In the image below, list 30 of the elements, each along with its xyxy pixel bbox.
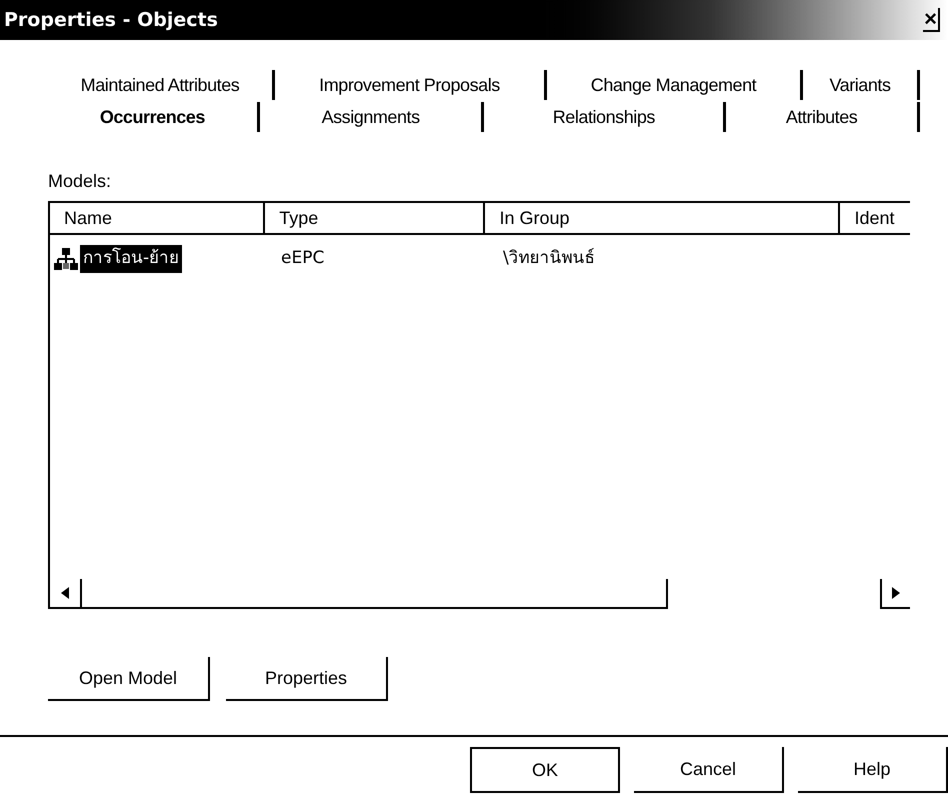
column-header[interactable]: Type (265, 203, 486, 235)
tab[interactable]: Maintained Attributes (48, 70, 275, 100)
tab[interactable]: Attributes (726, 102, 920, 132)
dialog-button[interactable]: Help (798, 747, 948, 793)
action-button[interactable]: Properties (226, 657, 388, 701)
table-cell-text: eEPC (281, 247, 324, 270)
tab[interactable]: Assignments (260, 102, 484, 132)
scroll-thumb[interactable] (82, 579, 668, 609)
table-cell-text: \วิทยานิพนธ์ (503, 247, 595, 270)
tab[interactable]: Relationships (484, 102, 726, 132)
left-arrow-icon (61, 587, 69, 599)
dialog-button[interactable]: Cancel (634, 747, 784, 793)
scroll-left-button[interactable] (50, 579, 82, 609)
horizontal-scrollbar[interactable] (50, 579, 910, 609)
window-title: Properties - Objects (4, 8, 218, 33)
list-item[interactable]: การโอน-ย้าย (80, 245, 182, 273)
dialog-button[interactable]: OK (470, 747, 620, 793)
models-label: Models: (48, 170, 112, 193)
close-button[interactable]: × (923, 8, 940, 32)
tab[interactable]: Variants (803, 70, 920, 100)
column-header[interactable]: Ident (840, 203, 910, 235)
tab[interactable]: Improvement Proposals (275, 70, 547, 100)
right-arrow-icon (892, 587, 900, 599)
scroll-right-button[interactable] (880, 579, 910, 609)
hierarchy-icon (54, 247, 78, 271)
column-header[interactable]: Name (50, 203, 266, 235)
action-button[interactable]: Open Model (48, 657, 210, 701)
tab[interactable]: Occurrences (48, 102, 260, 132)
column-header[interactable]: In Group (485, 203, 840, 235)
tab[interactable]: Change Management (547, 70, 803, 100)
